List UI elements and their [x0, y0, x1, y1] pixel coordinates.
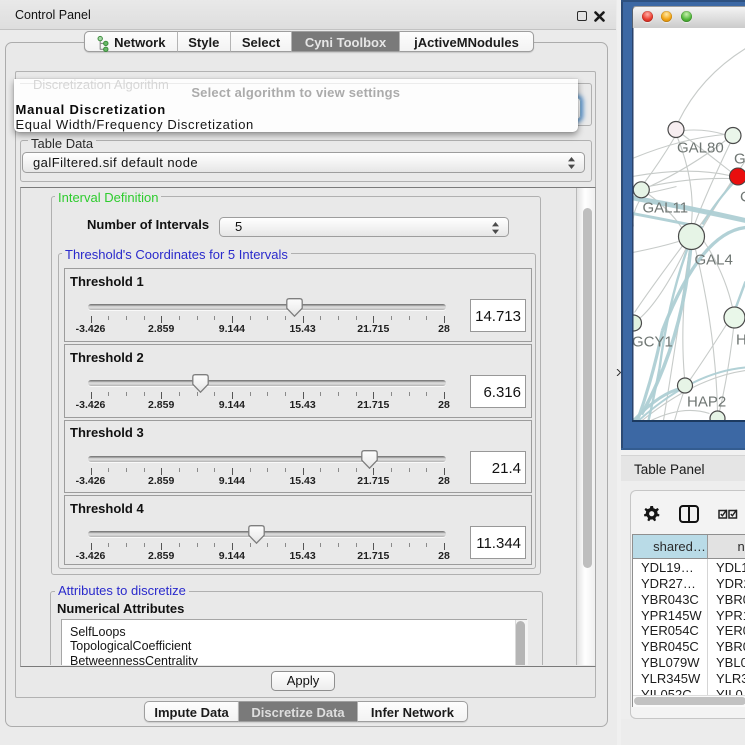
svg-text:H: H	[736, 331, 745, 348]
svg-text:GAL11: GAL11	[642, 199, 688, 216]
svg-text:GAL4: GAL4	[694, 251, 732, 268]
svg-text:GAL80: GAL80	[677, 139, 724, 156]
svg-text:GA: GA	[734, 150, 745, 167]
svg-text:GCY1: GCY1	[632, 333, 673, 350]
svg-text:C: C	[740, 188, 745, 205]
svg-text:HAP2: HAP2	[687, 393, 726, 410]
